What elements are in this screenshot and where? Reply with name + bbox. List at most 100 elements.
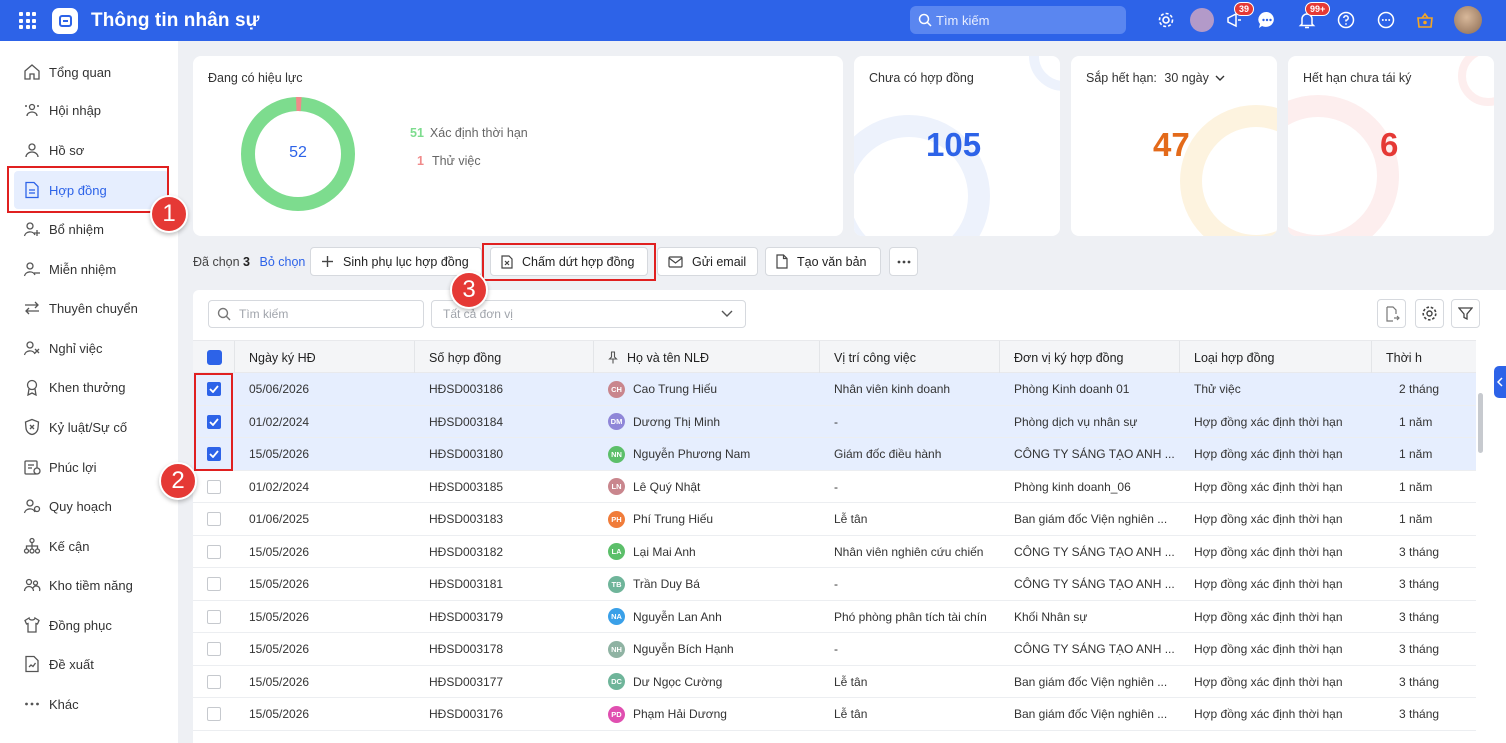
table-search-input[interactable]: Tìm kiếm: [208, 300, 424, 328]
more-apps-icon[interactable]: [1374, 8, 1398, 32]
notification-bell-icon[interactable]: 99+: [1295, 2, 1331, 32]
employee-name-cell[interactable]: PD Phạm Hải Dương: [608, 698, 813, 730]
no-contract-card[interactable]: Chưa có hợp đồng 105: [854, 56, 1060, 236]
column-header-signing-unit[interactable]: Đơn vị ký hợp đồng: [999, 341, 1179, 374]
select-all-checkbox[interactable]: [207, 350, 222, 365]
table-settings-button[interactable]: [1415, 299, 1444, 328]
sidebar-item-onboarding[interactable]: Hội nhập: [14, 91, 169, 129]
row-checkbox[interactable]: [207, 577, 221, 591]
announcement-icon[interactable]: 39: [1222, 2, 1255, 32]
contract-number-cell[interactable]: HĐSD003176: [429, 698, 589, 730]
table-row[interactable]: 15/05/2026 HĐSD003178 NH Nguyễn Bích Hạnh - C…: [193, 633, 1476, 666]
signing-unit-cell: CÔNG TY SÁNG TẠO ANH ...: [1014, 544, 1174, 559]
generate-appendix-button[interactable]: Sinh phụ lục hợp đồng: [310, 247, 482, 276]
sidebar-item-more[interactable]: Khác: [14, 685, 169, 723]
table-row[interactable]: 05/06/2026 HĐSD003186 CH Cao Trung Hiếu Nhân…: [193, 373, 1476, 406]
column-header-employee-name[interactable]: Họ và tên NLĐ: [593, 341, 819, 374]
contract-number-cell[interactable]: HĐSD003177: [429, 666, 589, 698]
row-checkbox[interactable]: [207, 642, 221, 656]
row-checkbox[interactable]: [207, 707, 221, 721]
employee-name-cell[interactable]: DM Dương Thị Minh: [608, 406, 813, 438]
table-row[interactable]: 15/05/2026 HĐSD003176 PD Phạm Hải Dương Lễ t…: [193, 698, 1476, 731]
expiring-card[interactable]: Sắp hết hạn: 30 ngày 47: [1071, 56, 1277, 236]
sidebar-item-planning[interactable]: Quy hoạch: [14, 487, 169, 525]
contract-number-cell[interactable]: HĐSD003183: [429, 503, 589, 535]
sidebar-item-home[interactable]: Tổng quan: [14, 53, 169, 91]
settings-gear-icon[interactable]: [1154, 8, 1178, 32]
chat-icon[interactable]: [1255, 8, 1279, 32]
table-row[interactable]: 01/02/2024 HĐSD003185 LN Lê Quý Nhật - Phòng …: [193, 471, 1476, 503]
sidebar-item-user-minus[interactable]: Miễn nhiệm: [14, 250, 169, 288]
employee-name-cell[interactable]: LA Lại Mai Anh: [608, 536, 813, 568]
employee-name-cell[interactable]: NN Nguyễn Phương Nam: [608, 438, 813, 470]
column-header-sign-date[interactable]: Ngày ký HĐ: [234, 341, 414, 374]
create-document-button[interactable]: Tạo văn bản: [765, 247, 881, 276]
user-avatar[interactable]: [1454, 6, 1482, 34]
row-checkbox[interactable]: [207, 609, 221, 624]
expiring-period-select[interactable]: 30 ngày: [1164, 71, 1208, 85]
contract-type-cell: Hợp đồng xác định thời hạn: [1194, 479, 1343, 494]
contract-number-cell[interactable]: HĐSD003181: [429, 568, 589, 600]
table-row[interactable]: 15/05/2026 HĐSD003181 TB Trần Duy Bá - CÔNG T…: [193, 568, 1476, 601]
export-button[interactable]: [1377, 299, 1406, 328]
send-email-button[interactable]: Gửi email: [657, 247, 758, 276]
rewards-icon[interactable]: [1413, 8, 1437, 32]
employee-name-cell[interactable]: LN Lê Quý Nhật: [608, 471, 813, 503]
sidebar-item-transfer[interactable]: Thuyên chuyển: [14, 289, 169, 327]
employee-name-cell[interactable]: DC Dư Ngọc Cường: [608, 666, 813, 698]
pin-icon[interactable]: [608, 351, 618, 364]
contract-number-cell[interactable]: HĐSD003185: [429, 471, 589, 503]
table-scrollbar[interactable]: [1476, 373, 1484, 743]
sidebar-item-proposal[interactable]: Đề xuất: [14, 645, 169, 683]
contract-number-cell[interactable]: HĐSD003184: [429, 406, 589, 438]
row-checkbox[interactable]: [207, 544, 221, 559]
more-actions-button[interactable]: [889, 247, 918, 276]
employee-name-cell[interactable]: NH Nguyễn Bích Hạnh: [608, 633, 813, 665]
scrollbar-thumb[interactable]: [1478, 393, 1483, 453]
filter-button[interactable]: [1451, 299, 1480, 328]
sidebar-item-benefit[interactable]: Phúc lợi: [14, 448, 169, 486]
employee-name-cell[interactable]: CH Cao Trung Hiếu: [608, 373, 813, 405]
row-checkbox[interactable]: [207, 674, 221, 689]
expired-card[interactable]: Hết hạn chưa tái ký 6: [1288, 56, 1494, 236]
sidebar-item-reward[interactable]: Khen thưởng: [14, 368, 169, 406]
sidebar-item-talent-pool[interactable]: Kho tiềm năng: [14, 566, 169, 604]
sidebar-item-user-plus[interactable]: Bổ nhiệm: [14, 210, 169, 248]
column-header-position[interactable]: Vị trí công việc: [819, 341, 999, 374]
table-row[interactable]: 01/06/2025 HĐSD003183 PH Phí Trung Hiếu Lễ t…: [193, 503, 1476, 536]
side-panel-toggle[interactable]: [1494, 366, 1506, 398]
employee-name-cell[interactable]: NA Nguyễn Lan Anh: [608, 601, 813, 633]
table-row[interactable]: 15/05/2026 HĐSD003179 NA Nguyễn Lan Anh Phó …: [193, 601, 1476, 633]
term-cell: 3 tháng: [1399, 707, 1440, 721]
column-header-contract-number[interactable]: Số hợp đồng: [414, 341, 593, 374]
employee-name-cell[interactable]: PH Phí Trung Hiếu: [608, 503, 813, 535]
sidebar-item-user-x[interactable]: Nghỉ việc: [14, 329, 169, 367]
contract-number-cell[interactable]: HĐSD003179: [429, 601, 589, 633]
row-select-cell: [207, 536, 227, 568]
contract-number-cell[interactable]: HĐSD003180: [429, 438, 589, 470]
table-row[interactable]: 15/05/2026 HĐSD003177 DC Dư Ngọc Cường Lễ tâ…: [193, 666, 1476, 698]
table-row[interactable]: 15/05/2026 HĐSD003180 NN Nguyễn Phương Nam G…: [193, 438, 1476, 471]
deselect-link[interactable]: Bỏ chọn: [259, 255, 305, 269]
help-icon[interactable]: [1334, 8, 1358, 32]
contract-number-cell[interactable]: HĐSD003178: [429, 633, 589, 665]
sidebar-item-user[interactable]: Hồ sơ: [14, 131, 169, 169]
column-header-contract-type[interactable]: Loại hợp đồng: [1179, 341, 1371, 374]
row-checkbox[interactable]: [207, 512, 221, 526]
table-row[interactable]: 01/02/2024 HĐSD003184 DM Dương Thị Minh - Phò…: [193, 405, 1476, 438]
column-header-term[interactable]: Thời h: [1371, 341, 1476, 374]
table-search-placeholder: Tìm kiếm: [239, 307, 289, 321]
contract-number-cell[interactable]: HĐSD003186: [429, 373, 589, 405]
contract-number-cell[interactable]: HĐSD003182: [429, 536, 589, 568]
row-select-cell: [207, 471, 227, 503]
sidebar-item-hierarchy[interactable]: Kế cận: [14, 527, 169, 565]
table-row[interactable]: 15/05/2026 HĐSD003182 LA Lại Mai Anh Nhân vi…: [193, 536, 1476, 568]
sidebar-item-shield[interactable]: Kỷ luật/Sự cố: [14, 408, 169, 446]
chevron-down-icon[interactable]: [1215, 74, 1225, 82]
team-avatar-icon[interactable]: [1190, 8, 1214, 32]
row-checkbox[interactable]: [207, 479, 221, 494]
app-launcher-icon[interactable]: [19, 12, 36, 29]
employee-name-cell[interactable]: TB Trần Duy Bá: [608, 568, 813, 600]
sidebar-item-shirt[interactable]: Đồng phục: [14, 606, 169, 644]
global-search-input[interactable]: Tìm kiếm: [910, 6, 1126, 34]
